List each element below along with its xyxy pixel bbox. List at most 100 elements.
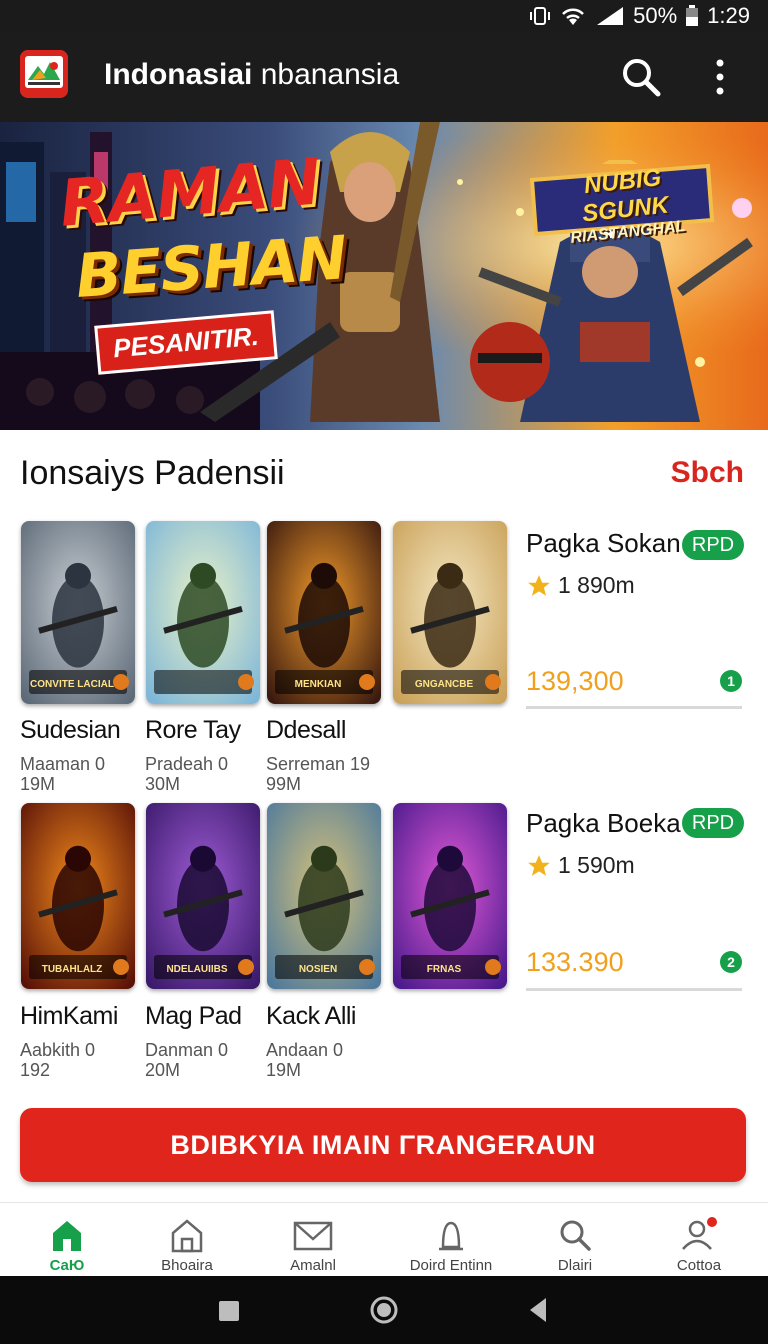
game-title[interactable]: Rore Tay: [145, 716, 241, 745]
back-icon[interactable]: [526, 1296, 550, 1324]
game-card[interactable]: FRNAS: [393, 803, 507, 989]
game-meta-line1: Aabkith 0: [20, 1040, 96, 1060]
nav-label: Bhoaira: [161, 1257, 213, 1273]
nav-item-profile[interactable]: Cottoa: [644, 1217, 754, 1273]
game-poster: [146, 803, 260, 989]
app-title: Indonasiai nbanansia: [104, 58, 399, 92]
game-card[interactable]: [146, 521, 260, 704]
game-poster: [146, 521, 260, 704]
user-icon: [439, 1221, 463, 1251]
game-meta-line2: 20M: [145, 1060, 181, 1080]
game-title[interactable]: Ddesall: [266, 716, 346, 745]
search-icon[interactable]: [620, 56, 662, 98]
game-title[interactable]: Kack Alli: [266, 1002, 356, 1031]
side-item-rating: 1 590m: [526, 852, 635, 879]
wifi-icon: [562, 8, 585, 25]
game-meta-line2: 99M: [266, 774, 302, 794]
nav-label: Cottoa: [676, 1257, 722, 1273]
side-item-divider: [526, 988, 742, 991]
game-meta: Pradeah 0 30M: [145, 754, 228, 794]
game-poster-title: NDELAUIIBS: [166, 964, 228, 975]
game-meta-line1: Pradeah 0: [145, 754, 229, 774]
game-meta-line2: 19M: [266, 1060, 302, 1080]
side-item-badge: RPD: [682, 530, 744, 560]
game-poster-title: FRNAS: [426, 964, 462, 975]
nav-item-store[interactable]: Bhoaira: [132, 1217, 242, 1273]
side-item-rating-value: 1 890m: [558, 572, 635, 598]
game-title[interactable]: HimKami: [20, 1002, 118, 1031]
side-item-price: 139,300: [526, 666, 624, 696]
home-icon: [53, 1221, 81, 1251]
game-meta: Serreman 19 99M: [266, 754, 370, 794]
side-item-indicator: 2: [720, 951, 742, 973]
main-cta-button[interactable]: BDIBKYIA IMAIN ΓRANGERAUN: [20, 1108, 746, 1182]
clock: 1:29: [707, 3, 750, 28]
battery-icon: [686, 5, 699, 26]
game-title[interactable]: Sudesian: [20, 716, 121, 745]
hero-banner[interactable]: NUBIG SGUNK RIASTANGHAL RAMAN BESHAN PES…: [0, 122, 768, 430]
system-nav-bar: [0, 1276, 768, 1344]
game-poster-title: GNGANCBE: [414, 679, 474, 690]
more-vert-icon[interactable]: [704, 56, 736, 98]
profile-icon: [682, 1217, 717, 1250]
game-poster: [21, 803, 135, 989]
side-item-rating-value: 1 590m: [558, 852, 635, 878]
game-poster-title: NOSIEN: [298, 964, 338, 975]
game-poster: [393, 521, 507, 704]
game-poster: [267, 521, 381, 704]
game-card[interactable]: TUBAHLALZ: [21, 803, 135, 989]
game-poster: [21, 521, 135, 704]
game-poster: [267, 803, 381, 989]
game-meta: Andaan 0 19M: [266, 1040, 343, 1080]
game-meta-line1: Danman 0: [145, 1040, 229, 1060]
side-item-indicator: 1: [720, 670, 742, 692]
game-meta-line2: 192: [20, 1060, 51, 1080]
game-card[interactable]: NOSIEN: [267, 803, 381, 989]
game-title[interactable]: Mag Pad: [145, 1002, 242, 1031]
game-poster-title: CONVITE LACIAL: [30, 679, 114, 690]
game-meta-line1: Maaman 0: [20, 754, 106, 774]
side-item-badge: RPD: [682, 808, 744, 838]
game-meta: Aabkith 0 192: [20, 1040, 95, 1080]
nav-label: CaЮ: [49, 1257, 85, 1273]
nav-item-mail[interactable]: Amalnl: [258, 1217, 368, 1273]
mail-icon: [293, 1221, 333, 1251]
game-meta-line2: 30M: [145, 774, 181, 794]
recents-icon[interactable]: [218, 1300, 240, 1322]
game-card[interactable]: GNGANCBE: [393, 521, 507, 704]
bottom-nav: CaЮ Bhoaira Amalnl Doird Entinn Dlairi C…: [0, 1202, 768, 1276]
game-meta: Danman 0 20M: [145, 1040, 228, 1080]
battery-percent: 50%: [633, 3, 678, 28]
side-item-title: Pagka Boeka: [526, 808, 681, 838]
vibrate-icon: [530, 7, 551, 25]
game-meta-line1: Andaan 0: [266, 1040, 344, 1060]
game-meta: Maaman 0 19M: [20, 754, 105, 794]
search-icon: [560, 1220, 591, 1251]
game-poster: [393, 803, 507, 989]
nav-item-account[interactable]: Doird Entinn: [396, 1217, 506, 1273]
signal-icon: [597, 7, 624, 25]
nav-label: Dlairi: [557, 1257, 593, 1273]
star-icon: [528, 574, 550, 596]
side-item-title: Pagka Sokan: [526, 528, 681, 558]
status-icons: 50% 1:29: [529, 0, 750, 32]
app-bar: Indonasiai nbanansia: [0, 32, 768, 122]
game-meta-line1: Serreman 19: [266, 754, 371, 774]
app-title-rest: nbanansia: [252, 58, 400, 91]
nav-label: Doird Entinn: [409, 1257, 493, 1273]
home-button-icon[interactable]: [370, 1296, 398, 1324]
side-item-divider: [526, 706, 742, 709]
nav-label: Amalnl: [290, 1257, 336, 1273]
side-item-rating: 1 890m: [526, 572, 635, 599]
game-card[interactable]: MENKIAN: [267, 521, 381, 704]
side-item-price: 133.390: [526, 947, 624, 977]
star-icon: [528, 854, 550, 876]
nav-item-search[interactable]: Dlairi: [520, 1217, 630, 1273]
section-see-all-link[interactable]: Sbch: [671, 456, 744, 490]
app-logo[interactable]: [20, 50, 68, 98]
game-card[interactable]: NDELAUIIBS: [146, 803, 260, 989]
nav-item-home[interactable]: CaЮ: [12, 1217, 122, 1273]
game-card[interactable]: CONVITE LACIAL: [21, 521, 135, 704]
game-meta-line2: 19M: [20, 774, 56, 794]
game-poster-title: MENKIAN: [294, 679, 342, 690]
